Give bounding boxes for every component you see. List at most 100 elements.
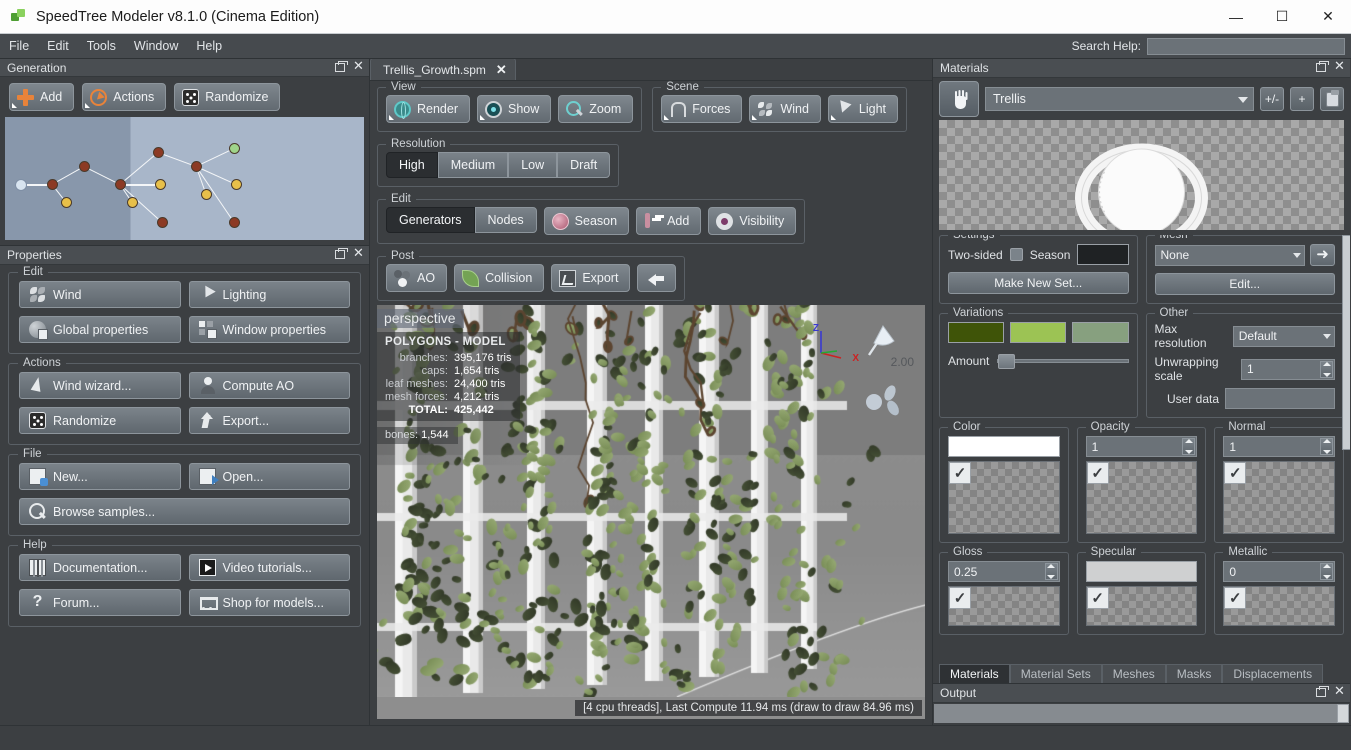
- show-button[interactable]: Show: [477, 95, 552, 123]
- two-sided-checkbox[interactable]: [1009, 248, 1023, 261]
- wind-scene-button[interactable]: Wind: [749, 95, 821, 123]
- menu-item-file[interactable]: File: [0, 34, 38, 59]
- material-select[interactable]: Trellis: [985, 87, 1254, 111]
- add-button[interactable]: Add: [9, 83, 75, 112]
- documentation-button[interactable]: Documentation...: [19, 554, 181, 581]
- output-log[interactable]: [934, 704, 1349, 723]
- graph-node[interactable]: [127, 197, 138, 209]
- close-icon[interactable]: ✕: [353, 59, 364, 72]
- color-swatch[interactable]: [948, 436, 1060, 457]
- amount-slider[interactable]: [997, 354, 1129, 369]
- close-button[interactable]: ✕: [1305, 0, 1351, 33]
- maximize-button[interactable]: ☐: [1259, 0, 1305, 33]
- generation-node-graph[interactable]: [5, 117, 364, 240]
- mesh-goto-button[interactable]: ➜: [1310, 244, 1335, 266]
- wind-wizard-button[interactable]: Wind wizard...: [19, 372, 181, 399]
- lighting-button[interactable]: Lighting: [188, 281, 350, 308]
- variation-swatch-2[interactable]: [1010, 322, 1067, 343]
- graph-node[interactable]: [61, 197, 72, 209]
- collision-button[interactable]: Collision: [454, 264, 545, 292]
- randomize-action-button[interactable]: Randomize: [19, 407, 181, 434]
- metallic-enabled-checkbox[interactable]: ✓: [1224, 587, 1247, 609]
- resolution-draft-button[interactable]: Draft: [557, 152, 611, 178]
- material-paste-button[interactable]: [1320, 87, 1344, 111]
- menu-item-edit[interactable]: Edit: [38, 34, 78, 59]
- wind-gizmo-icon[interactable]: [861, 380, 907, 420]
- variation-swatch-3[interactable]: [1072, 322, 1129, 343]
- spinner-arrows[interactable]: [1182, 438, 1196, 455]
- tab-displacements[interactable]: Displacements: [1222, 664, 1324, 683]
- back-button[interactable]: [637, 264, 677, 292]
- light-button[interactable]: Light: [827, 95, 899, 123]
- render-button[interactable]: Render: [386, 95, 470, 123]
- tab-materials[interactable]: Materials: [939, 664, 1010, 683]
- close-icon[interactable]: ✕: [496, 62, 507, 78]
- document-tab-trellis-growth[interactable]: Trellis_Growth.spm ✕: [370, 58, 516, 80]
- search-help-input[interactable]: [1147, 37, 1345, 55]
- max-resolution-select[interactable]: Default: [1232, 325, 1335, 347]
- float-icon[interactable]: [335, 61, 348, 72]
- float-icon[interactable]: [1316, 686, 1329, 697]
- specular-enabled-checkbox[interactable]: ✓: [1086, 587, 1109, 609]
- metallic-input[interactable]: 0: [1223, 561, 1335, 582]
- browse-samples-button[interactable]: Browse samples...: [19, 498, 350, 525]
- material-preview[interactable]: [939, 120, 1344, 230]
- graph-node[interactable]: [155, 179, 166, 191]
- compute-ao-button[interactable]: Compute AO: [188, 372, 350, 399]
- spinner-arrows[interactable]: [1320, 563, 1333, 580]
- menu-item-tools[interactable]: Tools: [78, 34, 125, 59]
- add-generator-button[interactable]: Add: [636, 207, 702, 235]
- zoom-button[interactable]: Zoom: [558, 95, 634, 123]
- normal-texture-slot[interactable]: ✓: [1223, 461, 1335, 534]
- metallic-texture-slot[interactable]: ✓: [1223, 586, 1335, 626]
- close-icon[interactable]: ✕: [1334, 59, 1345, 72]
- float-icon[interactable]: [1316, 61, 1329, 72]
- unwrapping-scale-input[interactable]: 1: [1241, 358, 1335, 380]
- export-action-button[interactable]: Export...: [188, 407, 350, 434]
- minimize-button[interactable]: —: [1213, 0, 1259, 33]
- opacity-enabled-checkbox[interactable]: ✓: [1086, 462, 1109, 484]
- edit-nodes-button[interactable]: Nodes: [474, 207, 537, 233]
- graph-node[interactable]: [229, 217, 240, 229]
- gloss-enabled-checkbox[interactable]: ✓: [949, 587, 971, 609]
- normal-input[interactable]: 1: [1223, 436, 1335, 457]
- new-button[interactable]: New...: [19, 463, 181, 490]
- normal-enabled-checkbox[interactable]: ✓: [1224, 462, 1247, 484]
- graph-node[interactable]: [15, 179, 27, 192]
- color-enabled-checkbox[interactable]: ✓: [949, 462, 971, 484]
- close-icon[interactable]: ✕: [353, 246, 364, 259]
- color-texture-slot[interactable]: ✓: [948, 461, 1060, 534]
- visibility-button[interactable]: Visibility: [708, 207, 797, 235]
- wind-button[interactable]: Wind: [19, 281, 181, 308]
- video-tutorials-button[interactable]: Video tutorials...: [188, 554, 350, 581]
- graph-node[interactable]: [79, 161, 90, 173]
- season-color-swatch[interactable]: [1077, 244, 1129, 265]
- window-properties-button[interactable]: Window properties: [188, 316, 350, 343]
- menu-item-window[interactable]: Window: [125, 34, 187, 59]
- spinner-arrows[interactable]: [1320, 438, 1333, 455]
- ao-button[interactable]: AO: [386, 264, 448, 292]
- material-add-button[interactable]: +: [1290, 87, 1314, 111]
- global-properties-button[interactable]: Global properties: [19, 316, 181, 343]
- output-scrollbar[interactable]: [1337, 704, 1349, 723]
- tab-material-sets[interactable]: Material Sets: [1009, 664, 1102, 683]
- opacity-texture-slot[interactable]: ✓: [1085, 461, 1198, 534]
- opacity-input[interactable]: 1: [1085, 436, 1198, 457]
- tab-meshes[interactable]: Meshes: [1101, 664, 1166, 683]
- randomize-button[interactable]: Randomize: [174, 83, 281, 112]
- hand-tool-button[interactable]: [939, 81, 979, 117]
- graph-node[interactable]: [231, 179, 242, 191]
- graph-node[interactable]: [153, 147, 164, 159]
- forum-button[interactable]: ? Forum...: [19, 589, 181, 616]
- edit-generators-button[interactable]: Generators: [386, 207, 475, 233]
- graph-node[interactable]: [157, 217, 168, 229]
- tab-masks[interactable]: Masks: [1165, 664, 1223, 683]
- light-gizmo-icon[interactable]: [863, 323, 903, 359]
- resolution-low-button[interactable]: Low: [508, 152, 558, 178]
- slider-knob[interactable]: [998, 354, 1016, 369]
- graph-node[interactable]: [229, 143, 240, 155]
- resolution-medium-button[interactable]: Medium: [437, 152, 509, 178]
- float-icon[interactable]: [335, 248, 348, 259]
- close-icon[interactable]: ✕: [1334, 684, 1345, 697]
- gloss-texture-slot[interactable]: ✓: [948, 586, 1060, 626]
